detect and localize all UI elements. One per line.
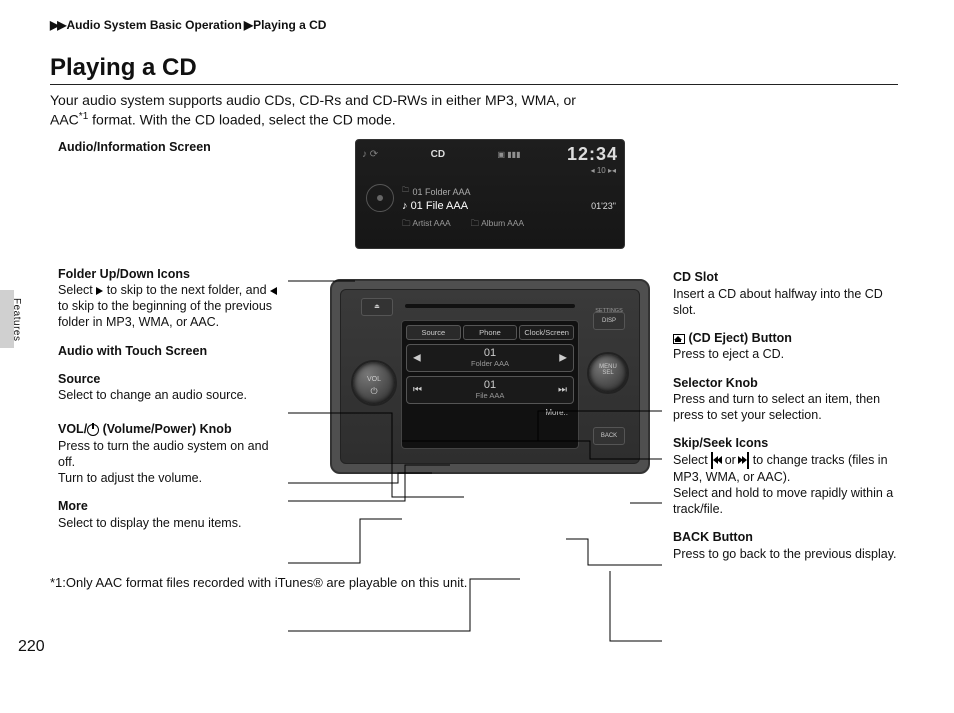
eject-button[interactable]: ⏏ bbox=[361, 298, 393, 316]
callout-source: Source Select to change an audio source. bbox=[58, 371, 288, 404]
page-number: 220 bbox=[18, 638, 45, 656]
skip-next-icon[interactable]: ⏭ bbox=[558, 385, 567, 396]
callout-audio-touch-screen: Audio with Touch Screen bbox=[58, 343, 288, 359]
more-button[interactable]: More.. bbox=[406, 408, 574, 417]
callout-more: More Select to display the menu items. bbox=[58, 498, 288, 531]
callout-cd-slot: CD Slot Insert a CD about halfway into t… bbox=[673, 269, 898, 318]
power-icon bbox=[87, 424, 99, 436]
file-row[interactable]: ⏮ 01 File AAA ⏭ bbox=[406, 376, 574, 404]
eject-icon bbox=[673, 334, 685, 344]
callout-selector-knob: Selector Knob Press and turn to select a… bbox=[673, 375, 898, 424]
page-title: Playing a CD bbox=[50, 54, 898, 85]
skip-prev-folder-icon bbox=[270, 287, 277, 295]
folder-row[interactable]: ◀ 01 Folder AAA ▶ bbox=[406, 344, 574, 372]
tab-source[interactable]: Source bbox=[406, 325, 461, 340]
head-unit: ⏏ SETTINGSDISP BACK VOL⏻ MENU SEL Source… bbox=[330, 279, 650, 474]
next-track-icon bbox=[739, 452, 749, 468]
prev-track-icon bbox=[711, 452, 721, 468]
footnote: *1:Only AAC format files recorded with i… bbox=[50, 575, 898, 590]
cd-slot[interactable] bbox=[405, 304, 575, 308]
audio-info-screen: ♪ ⟳ CD ▣ ▮▮▮ 12:34 ◂ 10 ▸◂ 🗀 01 Folder A… bbox=[355, 139, 625, 249]
tab-clock-screen[interactable]: Clock/Screen bbox=[519, 325, 574, 340]
tab-phone[interactable]: Phone bbox=[463, 325, 518, 340]
volume-power-knob[interactable]: VOL⏻ bbox=[351, 360, 397, 406]
disp-button[interactable]: SETTINGSDISP bbox=[593, 312, 625, 330]
back-button[interactable]: BACK bbox=[593, 427, 625, 445]
touch-screen[interactable]: Source Phone Clock/Screen ◀ 01 Folder AA… bbox=[401, 320, 579, 449]
breadcrumb: ▶▶Audio System Basic Operation▶Playing a… bbox=[50, 18, 898, 32]
skip-prev-icon[interactable]: ⏮ bbox=[413, 385, 422, 396]
diagram: Audio/Information Screen Folder Up/Down … bbox=[50, 139, 898, 569]
section-tab-label: Features bbox=[11, 298, 22, 341]
callout-back-button: BACK Button Press to go back to the prev… bbox=[673, 529, 898, 562]
folder-next-icon[interactable]: ▶ bbox=[559, 353, 567, 364]
callout-audio-info-screen: Audio/Information Screen bbox=[58, 139, 288, 155]
callout-eject-button: (CD Eject) Button Press to eject a CD. bbox=[673, 330, 898, 363]
folder-prev-icon[interactable]: ◀ bbox=[413, 353, 421, 364]
selector-knob[interactable]: MENU SEL bbox=[587, 352, 629, 394]
callout-vol-power-knob: VOL/ (Volume/Power) Knob Press to turn t… bbox=[58, 421, 288, 486]
intro-text: Your audio system supports audio CDs, CD… bbox=[50, 91, 898, 129]
cd-disc-icon bbox=[366, 184, 394, 212]
callout-skip-seek: Skip/Seek Icons Select or to change trac… bbox=[673, 435, 898, 517]
callout-folder-updown: Folder Up/Down Icons Select to skip to t… bbox=[58, 266, 288, 331]
